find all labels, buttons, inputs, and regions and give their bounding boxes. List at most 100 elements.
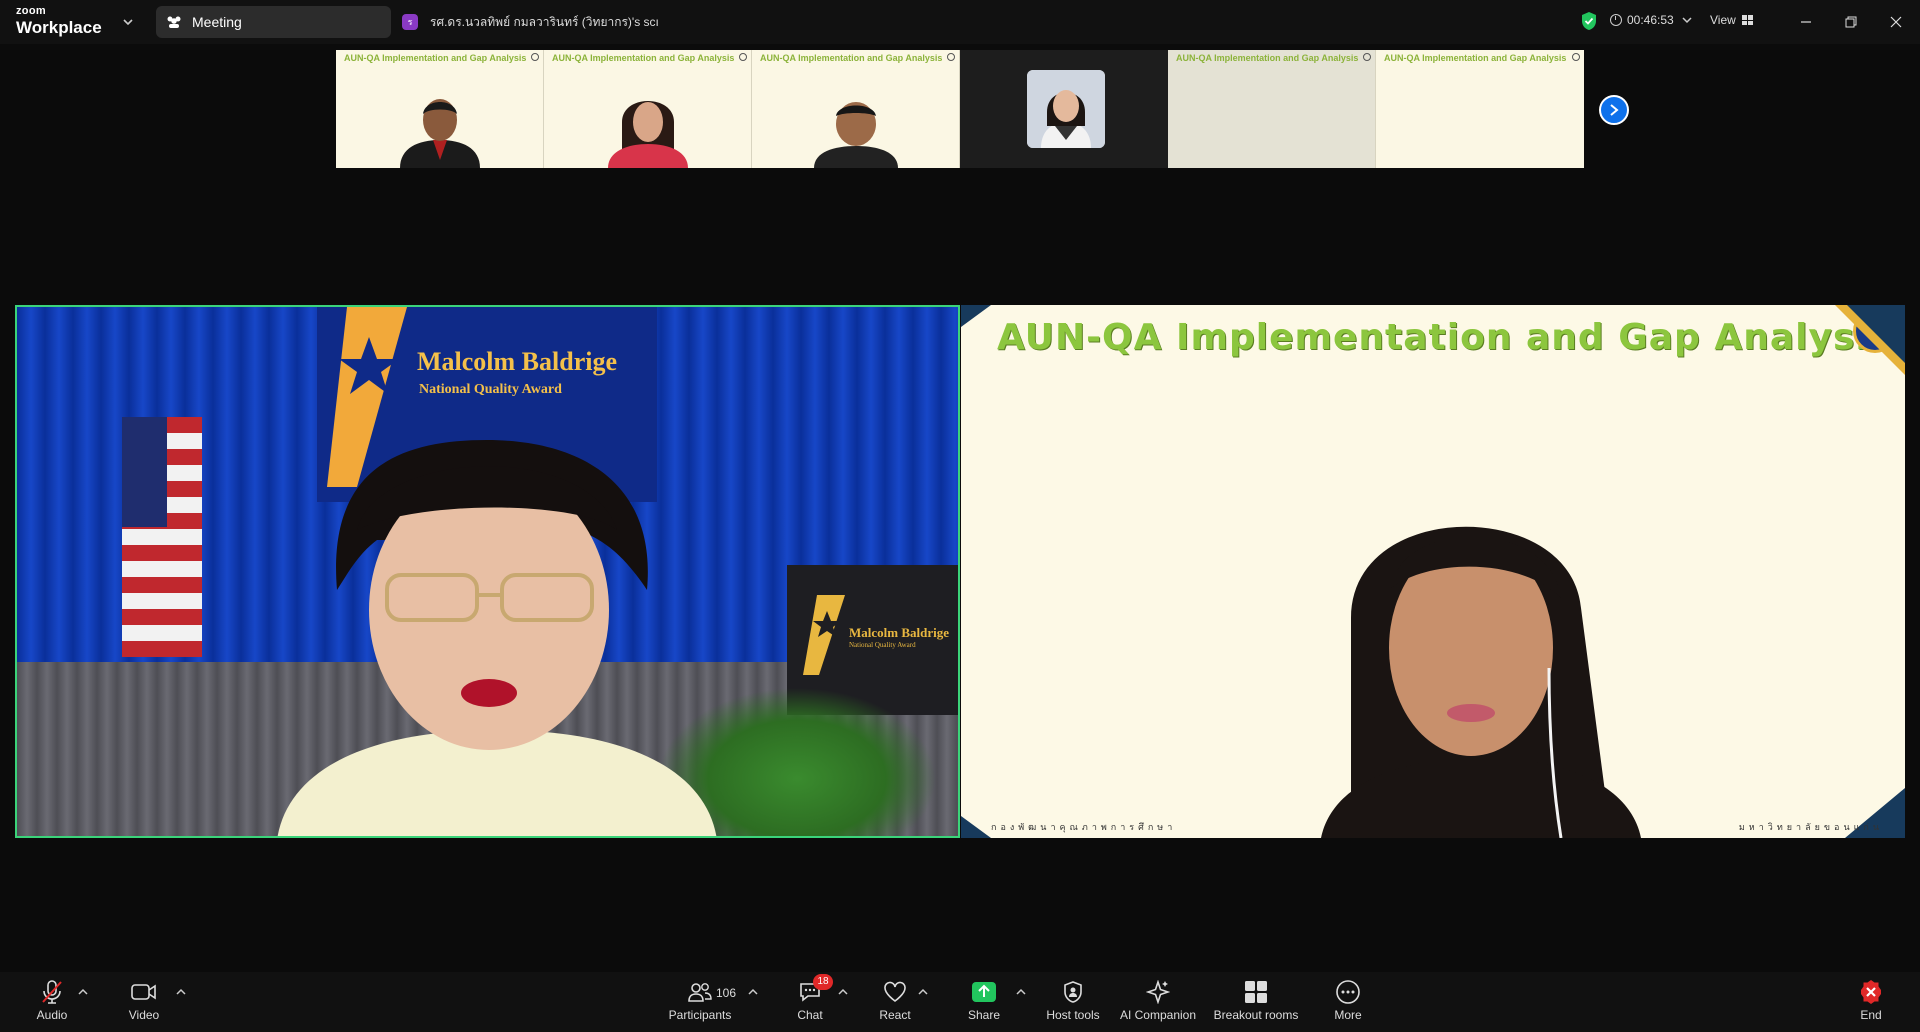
podium-line-2: National Quality Award xyxy=(849,641,916,649)
heart-icon xyxy=(884,981,906,1002)
slide-corner-decoration xyxy=(1835,305,1905,375)
minimize-icon xyxy=(1801,21,1811,23)
tab-shared-screen[interactable]: ร รศ.ดร.นวลทิพย์ กมลวารินทร์ (วิทยากร)'s… xyxy=(402,6,702,38)
presenter-figure xyxy=(1321,526,1641,838)
brand-workplace: Workplace xyxy=(16,18,102,37)
chat-label: Chat xyxy=(797,1008,823,1022)
share-label: Share xyxy=(967,1008,1001,1022)
chevron-down-icon xyxy=(1682,17,1692,24)
us-flag xyxy=(122,417,202,657)
banner-line-1: Malcolm Baldrige xyxy=(417,347,618,376)
audio-label: Audio xyxy=(36,1008,68,1022)
close-button[interactable] xyxy=(1884,10,1908,34)
end-label: End xyxy=(1860,1008,1882,1022)
record-indicator-icon xyxy=(739,53,747,61)
participant-avatar xyxy=(1027,70,1105,148)
podium-line-1: Malcolm Baldrige xyxy=(849,625,950,640)
presenter-video[interactable]: AUN-QA Implementation and Gap Analysis ก… xyxy=(961,305,1905,838)
participant-thumbnail[interactable]: AUN-QA Implementation and Gap Analysis xyxy=(1376,50,1584,168)
video-button[interactable]: Video xyxy=(99,978,189,1028)
participant-thumbnail[interactable]: AUN-QA Implementation and Gap Analysis xyxy=(1168,50,1376,168)
brand-zoom: zoom xyxy=(16,5,46,17)
host-tools-label: Host tools xyxy=(1046,1008,1100,1022)
participants-label: Participants xyxy=(668,1008,732,1022)
active-speaker-video[interactable]: Malcolm Baldrige National Quality Award … xyxy=(15,305,960,838)
slide-corner-decoration xyxy=(961,305,991,327)
close-icon xyxy=(1890,16,1902,28)
end-meeting-button[interactable]: End xyxy=(1826,978,1916,1028)
encryption-shield-icon[interactable] xyxy=(1580,11,1598,31)
microphone-muted-icon xyxy=(42,980,62,1004)
shield-icon xyxy=(1064,981,1082,1003)
breakout-rooms-icon xyxy=(1245,981,1267,1003)
thumbnail-slide-title: AUN-QA Implementation and Gap Analysis xyxy=(1176,53,1359,63)
meeting-toolbar: Audio Video Participants 106 18 Chat Rea… xyxy=(0,972,1920,1032)
chevron-down-icon[interactable] xyxy=(120,14,136,30)
restore-button[interactable] xyxy=(1839,10,1863,34)
participant-thumbnail[interactable]: AUN-QA Implementation and Gap Analysis xyxy=(544,50,752,168)
share-screen-icon xyxy=(972,982,996,1002)
chat-button[interactable]: 18 Chat xyxy=(765,974,855,1028)
participant-figure xyxy=(607,101,688,168)
share-tab-badge: ร xyxy=(402,14,418,30)
participant-thumbnail[interactable]: AUN-QA Implementation and Gap Analysis xyxy=(752,50,960,168)
speaker-figure xyxy=(277,440,717,836)
thumbnail-slide-title: AUN-QA Implementation and Gap Analysis xyxy=(344,53,527,63)
end-call-icon xyxy=(1861,980,1881,1004)
react-button[interactable]: React xyxy=(850,978,940,1028)
grid-view-icon xyxy=(1741,15,1753,25)
audio-options-chevron-up-icon[interactable] xyxy=(78,988,88,996)
thumbnail-slide-title: AUN-QA Implementation and Gap Analysis xyxy=(552,53,735,63)
chevron-right-icon xyxy=(1610,104,1619,116)
timer-value: 00:46:53 xyxy=(1627,13,1674,27)
participants-count: 106 xyxy=(716,986,737,1000)
video-options-chevron-up-icon[interactable] xyxy=(176,988,186,996)
banner-line-2: National Quality Award xyxy=(419,382,562,397)
react-options-chevron-up-icon[interactable] xyxy=(918,988,928,996)
record-indicator-icon xyxy=(947,53,955,61)
share-button[interactable]: Share xyxy=(939,978,1029,1028)
meeting-icon xyxy=(167,16,181,28)
participants-icon xyxy=(688,983,712,1002)
participants-options-chevron-up-icon[interactable] xyxy=(748,988,758,996)
chat-unread-badge: 18 xyxy=(813,974,833,990)
more-dots-icon xyxy=(1336,980,1360,1004)
meeting-timer[interactable]: 00:46:53 xyxy=(1610,13,1692,27)
thumbnail-slide-title: AUN-QA Implementation and Gap Analysis xyxy=(760,53,943,63)
clock-icon xyxy=(1610,14,1622,26)
participant-figure xyxy=(813,102,898,168)
ai-companion-button[interactable]: AI Companion xyxy=(1113,978,1203,1028)
ai-companion-label: AI Companion xyxy=(1119,1008,1197,1022)
sparkle-icon xyxy=(1146,980,1170,1004)
participant-thumbnail-strip: AUN-QA Implementation and Gap Analysis A… xyxy=(336,50,1585,168)
share-options-chevron-up-icon[interactable] xyxy=(1016,988,1026,996)
video-label: Video xyxy=(128,1008,160,1022)
tab-meeting[interactable]: Meeting xyxy=(156,6,391,38)
host-tools-button[interactable]: Host tools xyxy=(1028,978,1118,1028)
react-label: React xyxy=(879,1008,911,1022)
video-camera-icon xyxy=(131,984,156,1000)
app-brand[interactable]: zoom Workplace xyxy=(16,5,102,37)
record-indicator-icon xyxy=(1572,53,1580,61)
view-button[interactable]: View xyxy=(1710,13,1753,27)
participant-figure xyxy=(399,99,480,168)
title-bar: zoom Workplace Meeting ร รศ.ดร.นวลทิพย์ … xyxy=(0,0,1920,44)
more-label: More xyxy=(1334,1008,1362,1022)
next-page-button[interactable] xyxy=(1599,95,1629,125)
slide-footer-right: มหาวิทยาลัยขอนแก่น xyxy=(1738,822,1883,832)
record-indicator-icon xyxy=(531,53,539,61)
participant-thumbnail[interactable] xyxy=(960,50,1168,168)
record-indicator-icon xyxy=(1363,53,1371,61)
tab-shared-screen-label: รศ.ดร.นวลทิพย์ กมลวารินทร์ (วิทยากร)'s s… xyxy=(430,14,659,29)
slide-title: AUN-QA Implementation and Gap Analysis xyxy=(997,317,1892,358)
restore-icon xyxy=(1845,16,1857,28)
audio-button[interactable]: Audio xyxy=(7,978,97,1028)
chat-options-chevron-up-icon[interactable] xyxy=(838,988,848,996)
slide-footer-left: กองพัฒนาคุณภาพการศึกษา xyxy=(991,822,1177,832)
breakout-rooms-button[interactable]: Breakout rooms xyxy=(1211,978,1301,1028)
tab-meeting-label: Meeting xyxy=(192,14,242,30)
podium-star-logo xyxy=(803,595,845,675)
participant-thumbnail[interactable]: AUN-QA Implementation and Gap Analysis xyxy=(336,50,544,168)
minimize-button[interactable] xyxy=(1794,10,1818,34)
more-button[interactable]: More xyxy=(1303,978,1393,1028)
